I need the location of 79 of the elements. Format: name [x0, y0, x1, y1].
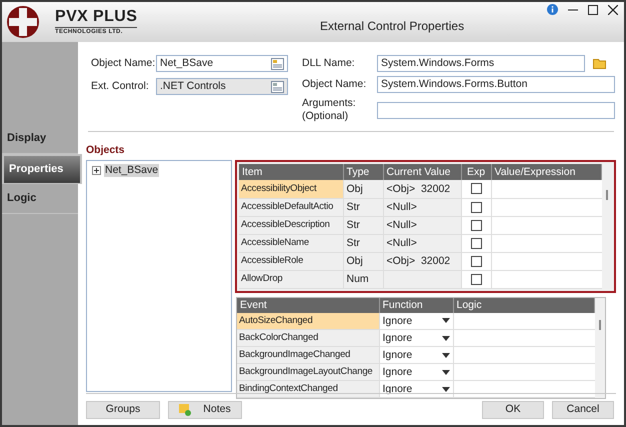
- table-cell[interactable]: [491, 198, 602, 216]
- table-cell: <Null>: [383, 198, 461, 216]
- checkbox[interactable]: [470, 202, 482, 212]
- column-header: Value/Expression: [491, 164, 602, 180]
- table-cell[interactable]: [491, 180, 602, 198]
- table-cell: Obj: [343, 180, 383, 198]
- table-cell: <Null>: [383, 216, 461, 234]
- input-field[interactable]: System.Windows.Forms: [377, 55, 585, 72]
- caret-icon: [442, 386, 450, 392]
- table-cell: Obj: [343, 252, 383, 270]
- table-cell[interactable]: [491, 234, 602, 252]
- table-cell[interactable]: AllowDrop: [239, 270, 343, 288]
- table-cell[interactable]: BackColorChanged: [237, 330, 379, 346]
- field-label: Object Name:: [90, 57, 156, 70]
- info-icon[interactable]: [547, 4, 558, 15]
- tree-item[interactable]: Net_BSave: [104, 164, 160, 177]
- checkbox[interactable]: [470, 256, 482, 266]
- note-icon: [179, 404, 192, 416]
- footer-button[interactable]: Notes: [168, 400, 242, 418]
- footer-button[interactable]: Cancel: [552, 400, 614, 418]
- checkbox[interactable]: [470, 238, 482, 248]
- caret-icon: [442, 352, 450, 358]
- table-cell[interactable]: [491, 216, 602, 234]
- sidebar-item[interactable]: Properties: [2, 154, 82, 184]
- field-label: DLL Name:: [302, 57, 356, 70]
- table-cell[interactable]: [453, 330, 595, 346]
- column-header: Function: [379, 298, 453, 312]
- field-label: Ext. Control:: [90, 80, 150, 93]
- table-cell[interactable]: AccessibleRole: [239, 252, 343, 270]
- field-label: Object Name:: [302, 78, 368, 91]
- expand-icon[interactable]: [92, 166, 101, 175]
- table-cell[interactable]: AccessibilityObject: [239, 180, 343, 198]
- table-cell: <Obj> 32002: [383, 252, 461, 270]
- column-header: Exp: [461, 164, 491, 180]
- table-cell[interactable]: BackgroundImageChanged: [237, 346, 379, 364]
- input-field[interactable]: System.Windows.Forms.Button: [377, 76, 615, 93]
- column-header: Current Value: [383, 164, 461, 180]
- folder-icon[interactable]: [593, 58, 607, 69]
- table-cell: Str: [343, 198, 383, 216]
- input-field[interactable]: Net_BSave: [156, 55, 288, 72]
- caret-icon: [442, 318, 450, 324]
- footer-button[interactable]: OK: [482, 400, 544, 418]
- dropdown[interactable]: Ignore: [379, 330, 453, 346]
- table-cell[interactable]: [453, 364, 595, 380]
- logo-wordmark: PVX PLUS: [55, 9, 138, 25]
- table-cell[interactable]: AccessibleDescription: [239, 216, 343, 234]
- dropdown[interactable]: Ignore: [379, 346, 453, 364]
- table-cell: <Obj> 32002: [383, 180, 461, 198]
- table-cell: Num: [343, 270, 383, 288]
- maximize-icon[interactable]: [588, 4, 598, 14]
- checkbox[interactable]: [470, 220, 482, 230]
- table-cell[interactable]: [491, 270, 602, 288]
- checkbox[interactable]: [470, 274, 482, 284]
- dropdown[interactable]: Ignore: [379, 312, 453, 330]
- table-cell[interactable]: AccessibleDefaultActio: [239, 198, 343, 216]
- column-header: Event: [237, 298, 379, 312]
- table-cell[interactable]: AutoSizeChanged: [237, 312, 379, 330]
- table-cell[interactable]: AccessibleName: [239, 234, 343, 252]
- table-cell[interactable]: BackgroundImageLayoutChange: [237, 364, 379, 380]
- table-cell: <Null>: [383, 234, 461, 252]
- column-header: Type: [343, 164, 383, 180]
- dropdown[interactable]: Ignore: [379, 364, 453, 380]
- table-cell[interactable]: [453, 346, 595, 364]
- input-field[interactable]: [377, 102, 615, 118]
- table-cell[interactable]: [453, 312, 595, 330]
- field-label: Arguments: (Optional): [302, 97, 357, 123]
- window-title: External Control Properties: [320, 20, 464, 33]
- sidebar-item[interactable]: Logic: [2, 184, 78, 214]
- caret-icon: [442, 336, 450, 340]
- column-header: Item: [239, 164, 343, 180]
- table-cell[interactable]: [491, 252, 602, 270]
- column-header: Logic: [453, 298, 595, 312]
- close-icon[interactable]: [608, 4, 618, 14]
- table-cell: Str: [343, 216, 383, 234]
- checkbox[interactable]: [470, 183, 482, 194]
- caret-icon: [442, 370, 450, 374]
- footer-button[interactable]: Groups: [86, 400, 160, 418]
- section-title: Objects: [86, 144, 126, 157]
- table-cell: Str: [343, 234, 383, 252]
